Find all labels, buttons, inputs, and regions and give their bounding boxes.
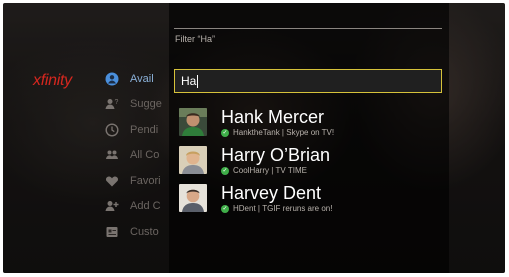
text-cursor	[197, 74, 199, 88]
contact-status-line: ✓ HanktheTank | Skype on TV!	[221, 128, 334, 137]
sidebar-item-favorites[interactable]: Favori	[104, 168, 162, 194]
app-window: xfinity Avail ? Sugge Pendi All Co Favor…	[3, 3, 505, 273]
contact-handle: CoolHarry	[233, 166, 270, 175]
avatar	[179, 108, 207, 136]
contact-name: Harry O’Brian	[221, 145, 331, 165]
sidebar-item-add-contact[interactable]: Add C	[104, 194, 162, 220]
sidebar-item-pending[interactable]: Pendi	[104, 117, 162, 143]
sidebar-item-label: Sugge	[130, 98, 162, 111]
avatar	[179, 184, 207, 212]
search-query: Ha	[181, 74, 197, 88]
sidebar-item-label: Favori	[130, 174, 161, 187]
filter-title: Filter “Ha”	[175, 34, 215, 44]
contact-status: Skype on TV!	[286, 128, 335, 137]
panel-divider	[174, 28, 442, 29]
contact-status: TV TIME	[275, 166, 307, 175]
custom-list-icon	[104, 224, 120, 240]
clock-icon	[104, 122, 120, 138]
contact-status-line: ✓ CoolHarry | TV TIME	[221, 166, 307, 175]
contact-handle: HanktheTank	[233, 128, 280, 137]
heart-icon	[104, 173, 120, 189]
available-icon	[104, 71, 120, 87]
sidebar-item-label: Pendi	[130, 123, 159, 136]
sidebar-item-label: Avail	[130, 72, 154, 85]
online-check-icon: ✓	[221, 128, 229, 137]
sidebar-item-custom[interactable]: Custo	[104, 219, 162, 245]
xfinity-logo: xfinity	[33, 72, 72, 89]
sidebar-item-label: Add C	[130, 200, 161, 213]
add-contact-icon	[104, 198, 120, 214]
online-check-icon: ✓	[221, 166, 229, 175]
sidebar-item-label: All Co	[130, 149, 160, 162]
contact-status: TGIF reruns are on!	[262, 204, 333, 213]
sidebar-item-label: Custo	[130, 225, 159, 238]
list-item[interactable]: Harry O’Brian ✓ CoolHarry | TV TIME	[179, 144, 439, 182]
contacts-icon	[104, 147, 120, 163]
results-list: Hank Mercer ✓ HanktheTank | Skype on TV!…	[179, 106, 439, 220]
sidebar-item-suggested[interactable]: ? Sugge	[104, 92, 162, 118]
suggested-icon: ?	[104, 96, 120, 112]
sidebar-item-available[interactable]: Avail	[104, 66, 162, 92]
sidebar-item-all-contacts[interactable]: All Co	[104, 143, 162, 169]
search-input[interactable]: Ha	[174, 69, 442, 93]
svg-text:?: ?	[115, 99, 119, 106]
online-check-icon: ✓	[221, 204, 229, 213]
list-item[interactable]: Hank Mercer ✓ HanktheTank | Skype on TV!	[179, 106, 439, 144]
contact-name: Hank Mercer	[221, 107, 325, 127]
contact-name: Harvey Dent	[221, 183, 322, 203]
avatar	[179, 146, 207, 174]
contact-handle: HDent	[233, 204, 256, 213]
list-item[interactable]: Harvey Dent ✓ HDent | TGIF reruns are on…	[179, 182, 439, 220]
sidebar-nav: Avail ? Sugge Pendi All Co Favori Add C …	[104, 66, 162, 245]
contact-status-line: ✓ HDent | TGIF reruns are on!	[221, 204, 332, 213]
